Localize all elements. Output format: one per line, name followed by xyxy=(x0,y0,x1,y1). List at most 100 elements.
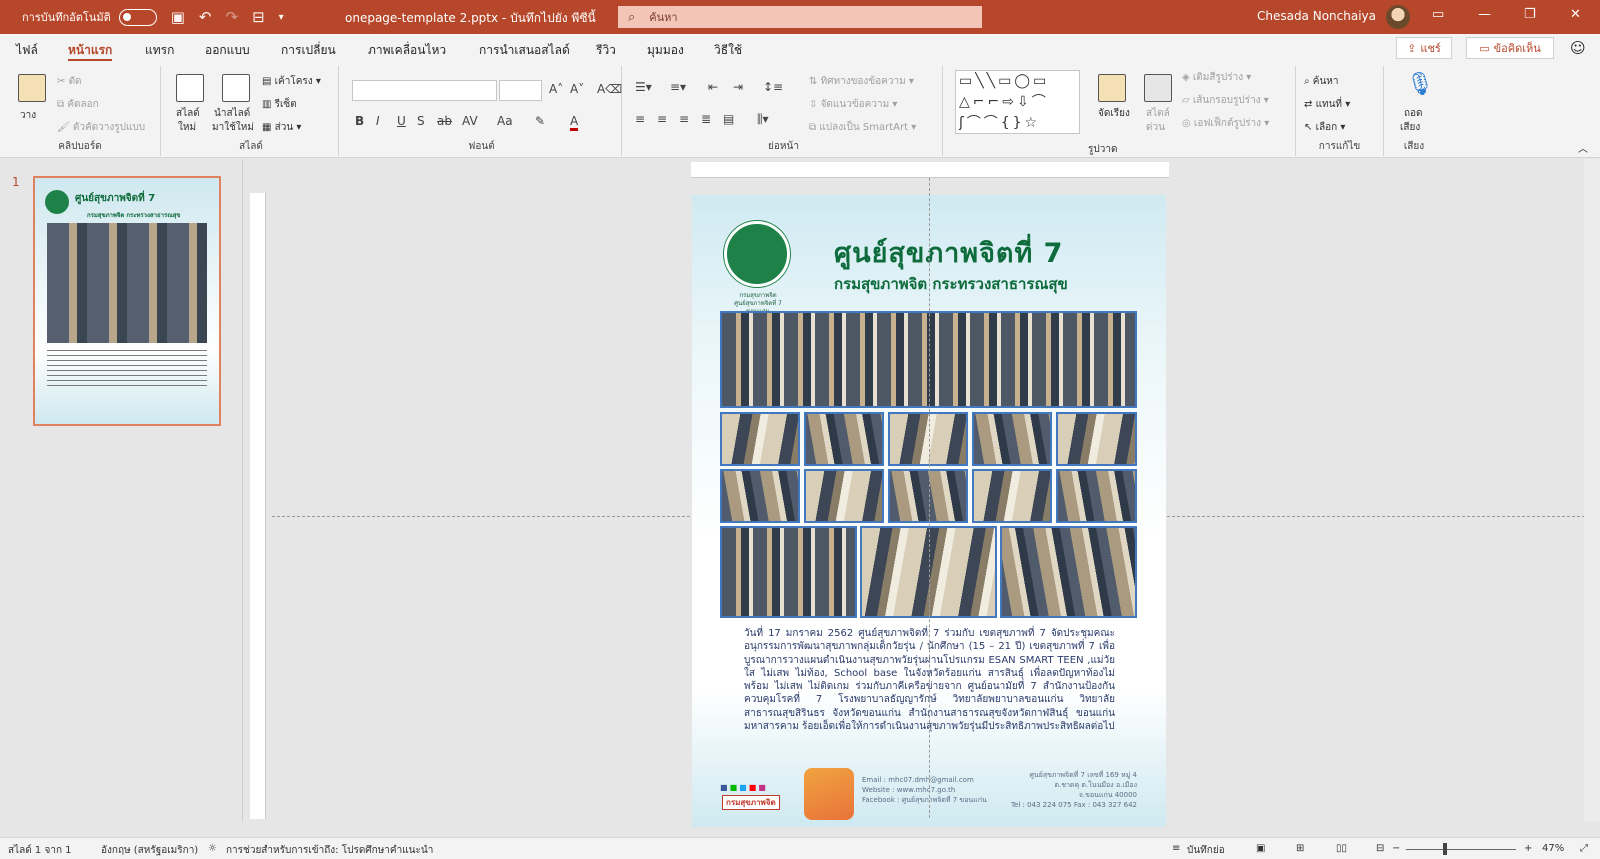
tab-help[interactable]: วิธีใช้ xyxy=(714,41,742,60)
underline-icon[interactable]: U xyxy=(397,114,406,128)
text-direction-button[interactable]: ⇅ ทิศทางของข้อความ ▾ xyxy=(809,74,914,89)
zoom-in-icon[interactable]: + xyxy=(1524,843,1532,854)
photo-tile[interactable] xyxy=(972,469,1052,523)
cut-button[interactable]: ✂ ตัด xyxy=(57,74,82,89)
find-button[interactable]: ⌕ ค้นหา xyxy=(1304,74,1339,89)
photo-tile[interactable] xyxy=(804,412,884,466)
contact-info[interactable]: Email : mhc07.dmh@gmail.com Website : ww… xyxy=(862,775,987,805)
align-right-icon[interactable]: ≡ xyxy=(679,112,689,126)
tab-review[interactable]: รีวิว xyxy=(596,41,616,60)
align-text-button[interactable]: ⇳ จัดแนวข้อความ ▾ xyxy=(809,97,897,112)
vertical-scrollbar[interactable] xyxy=(1584,159,1600,822)
tab-view[interactable]: มุมมอง xyxy=(647,41,684,60)
character-spacing-icon[interactable]: AV xyxy=(462,114,478,128)
smartart-button[interactable]: ⧉ แปลงเป็น SmartArt ▾ xyxy=(809,120,916,135)
photo-tile[interactable] xyxy=(720,526,857,618)
normal-view-icon[interactable]: ▣ xyxy=(1256,843,1265,854)
numbering-icon[interactable]: ≡▾ xyxy=(670,80,686,94)
autosave[interactable]: การบันทึกอัตโนมัติ xyxy=(22,8,157,26)
bullets-icon[interactable]: ☰▾ xyxy=(635,80,652,94)
notes-button[interactable]: บันทึกย่อ xyxy=(1187,843,1225,858)
replace-button[interactable]: ⇄ แทนที่ ▾ xyxy=(1304,97,1350,112)
search-box[interactable]: ⌕ ค้นหา xyxy=(618,6,982,28)
minimize-icon[interactable]: — xyxy=(1478,7,1491,22)
tab-file[interactable]: ไฟล์ xyxy=(16,41,38,60)
new-slide-label-2[interactable]: ใหม่ xyxy=(178,120,196,135)
tab-insert[interactable]: แทรก xyxy=(145,41,174,60)
font-color-icon[interactable]: A xyxy=(570,114,579,131)
arrange-icon[interactable] xyxy=(1098,74,1126,102)
justify-icon[interactable]: ≣ xyxy=(701,112,711,126)
font-size-combo[interactable] xyxy=(499,80,542,101)
collapse-ribbon-icon[interactable]: ︿ xyxy=(1578,140,1588,155)
tab-design[interactable]: ออกแบบ xyxy=(205,41,250,60)
tab-home[interactable]: หน้าแรก xyxy=(68,41,113,61)
increase-font-icon[interactable]: A˄ xyxy=(549,82,563,96)
zoom-slider[interactable] xyxy=(1406,849,1516,850)
paste-button[interactable]: วาง xyxy=(20,108,36,123)
clear-format-icon[interactable]: A⌫ xyxy=(597,82,622,96)
close-icon[interactable]: ✕ xyxy=(1570,7,1581,22)
arrange-button[interactable]: จัดเรียง xyxy=(1098,106,1130,121)
redo-icon[interactable]: ↷ xyxy=(226,8,239,26)
comments-button[interactable]: ▭ ข้อคิดเห็น xyxy=(1466,37,1554,59)
reuse-slides-icon[interactable] xyxy=(222,74,250,102)
distributed-icon[interactable]: ▤ xyxy=(723,112,734,126)
new-slide-icon[interactable] xyxy=(176,74,204,102)
photo-tile[interactable] xyxy=(1056,469,1137,523)
notes-icon[interactable]: ≡ xyxy=(1172,843,1180,854)
italic-icon[interactable]: I xyxy=(376,114,380,128)
share-button[interactable]: ⇪ แชร์ xyxy=(1396,37,1452,59)
change-case-icon[interactable]: Aa xyxy=(497,114,513,128)
layout-button[interactable]: ▤ เค้าโครง ▾ xyxy=(262,74,321,89)
photo-tile[interactable] xyxy=(1000,526,1137,618)
decrease-font-icon[interactable]: A˅ xyxy=(570,82,584,96)
shape-fill-button[interactable]: ◈ เติมสีรูปร่าง ▾ xyxy=(1182,70,1251,85)
reuse-slides-label-1[interactable]: นำสไลด์ xyxy=(214,106,250,121)
select-button[interactable]: ↖ เลือก ▾ xyxy=(1304,120,1345,135)
slide-thumbnail[interactable]: ศูนย์สุขภาพจิตที่ 7 กรมสุขภาพจิต กระทรวง… xyxy=(33,176,221,426)
address-info[interactable]: ศูนย์สุขภาพจิตที่ 7 เลขที่ 169 หมู่ 4 ต.… xyxy=(982,770,1137,810)
language-indicator[interactable]: อังกฤษ (สหรัฐอเมริกา) xyxy=(101,843,198,858)
align-center-icon[interactable]: ≡ xyxy=(657,112,667,126)
shapes-gallery[interactable]: ▭╲╲▭◯▭ △⌐⌐⇨⇩⌒ ʃ⌒⌒{}☆ xyxy=(955,70,1080,134)
slideshow-view-icon[interactable]: ⊟ xyxy=(1376,843,1384,854)
shape-outline-button[interactable]: ▱ เส้นกรอบรูปร่าง ▾ xyxy=(1182,93,1269,108)
decrease-indent-icon[interactable]: ⇤ xyxy=(708,80,718,94)
section-button[interactable]: ▦ ส่วน ▾ xyxy=(262,120,301,135)
fit-to-window-icon[interactable]: ⤢ xyxy=(1580,843,1588,854)
strikethrough-icon[interactable]: ab xyxy=(437,114,452,128)
avatar[interactable] xyxy=(1386,5,1410,29)
tab-animations[interactable]: ภาพเคลื่อนไหว xyxy=(368,41,446,60)
dictate-label-1[interactable]: ถอด xyxy=(1404,106,1423,121)
zoom-level[interactable]: 47% xyxy=(1542,843,1564,854)
photo-tile[interactable] xyxy=(804,469,884,523)
tab-transitions[interactable]: การเปลี่ยน xyxy=(281,41,336,60)
increase-indent-icon[interactable]: ⇥ xyxy=(733,80,743,94)
customize-quick-access-icon[interactable]: ▾ xyxy=(279,12,284,23)
feedback-smiley-icon[interactable]: ☺ xyxy=(1570,39,1586,57)
dictate-label-2[interactable]: เสียง xyxy=(1400,120,1420,135)
accessibility-status[interactable]: การช่วยสำหรับการเข้าถึง: โปรดศึกษาคำแนะน… xyxy=(226,843,433,858)
new-slide-label-1[interactable]: สไลด์ xyxy=(176,106,200,121)
paste-icon[interactable] xyxy=(18,74,46,102)
quick-styles-icon[interactable] xyxy=(1144,74,1172,102)
line-spacing-icon[interactable]: ↕≡ xyxy=(763,80,783,94)
photo-tile[interactable] xyxy=(888,412,968,466)
present-icon[interactable]: ⊟ xyxy=(252,8,265,26)
slide-title[interactable]: ศูนย์สุขภาพจิตที่ 7 xyxy=(834,231,1063,274)
photo-tile[interactable] xyxy=(888,469,968,523)
accessibility-icon[interactable]: ☼ xyxy=(208,843,217,854)
copy-button[interactable]: ⧉ คัดลอก xyxy=(57,97,99,112)
quick-styles-label-2[interactable]: ด่วน xyxy=(1146,120,1165,135)
columns-icon[interactable]: ⫼▾ xyxy=(757,112,769,127)
font-family-combo[interactable] xyxy=(352,80,497,101)
shape-effects-button[interactable]: ◎ เอฟเฟ็กต์รูปร่าง ▾ xyxy=(1182,116,1269,131)
reuse-slides-label-2[interactable]: มาใช้ใหม่ xyxy=(212,120,254,135)
save-icon[interactable]: ▣ xyxy=(171,8,185,26)
highlight-icon[interactable]: ✎ xyxy=(535,114,545,128)
photo-tile[interactable] xyxy=(720,469,800,523)
zoom-slider-handle[interactable] xyxy=(1443,843,1447,855)
photo-tile[interactable] xyxy=(972,412,1052,466)
ribbon-display-icon[interactable]: ▭ xyxy=(1432,7,1444,22)
